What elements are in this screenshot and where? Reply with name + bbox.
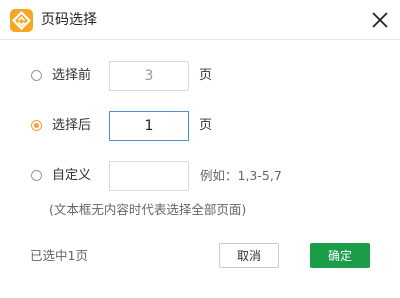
unit-label-before: 页 [199, 68, 213, 83]
title-bar: 页码选择 [0, 0, 400, 40]
before-pages-input[interactable] [109, 61, 189, 91]
radio-label-before[interactable]: 选择前 [52, 67, 91, 85]
option-row-after: 选择后 页 [0, 111, 400, 141]
radio-custom[interactable] [31, 170, 42, 181]
radio-label-custom[interactable]: 自定义 [52, 167, 91, 185]
cancel-button[interactable]: 取消 [219, 243, 279, 268]
close-icon[interactable] [369, 9, 391, 31]
selected-count-status: 已选中1页 [30, 248, 88, 263]
ok-button[interactable]: 确定 [310, 243, 370, 268]
custom-example-text: 例如：1,3-5,7 [200, 168, 282, 183]
dialog-title: 页码选择 [41, 12, 97, 28]
radio-before[interactable] [31, 70, 42, 81]
radio-after[interactable] [31, 120, 42, 131]
page-select-dialog: 页码选择 选择前 页 选择后 页 自定义 例如：1,3-5,7 (文本框无内容时… [0, 0, 400, 298]
option-row-custom: 自定义 例如：1,3-5,7 [0, 161, 400, 191]
unit-label-after: 页 [199, 118, 213, 133]
custom-pages-input[interactable] [109, 161, 189, 191]
option-row-before: 选择前 页 [0, 61, 400, 91]
radio-label-after[interactable]: 选择后 [52, 117, 91, 135]
app-logo-icon [10, 9, 33, 32]
empty-input-hint: (文本框无内容时代表选择全部页面) [49, 202, 247, 217]
after-pages-input[interactable] [109, 111, 189, 141]
